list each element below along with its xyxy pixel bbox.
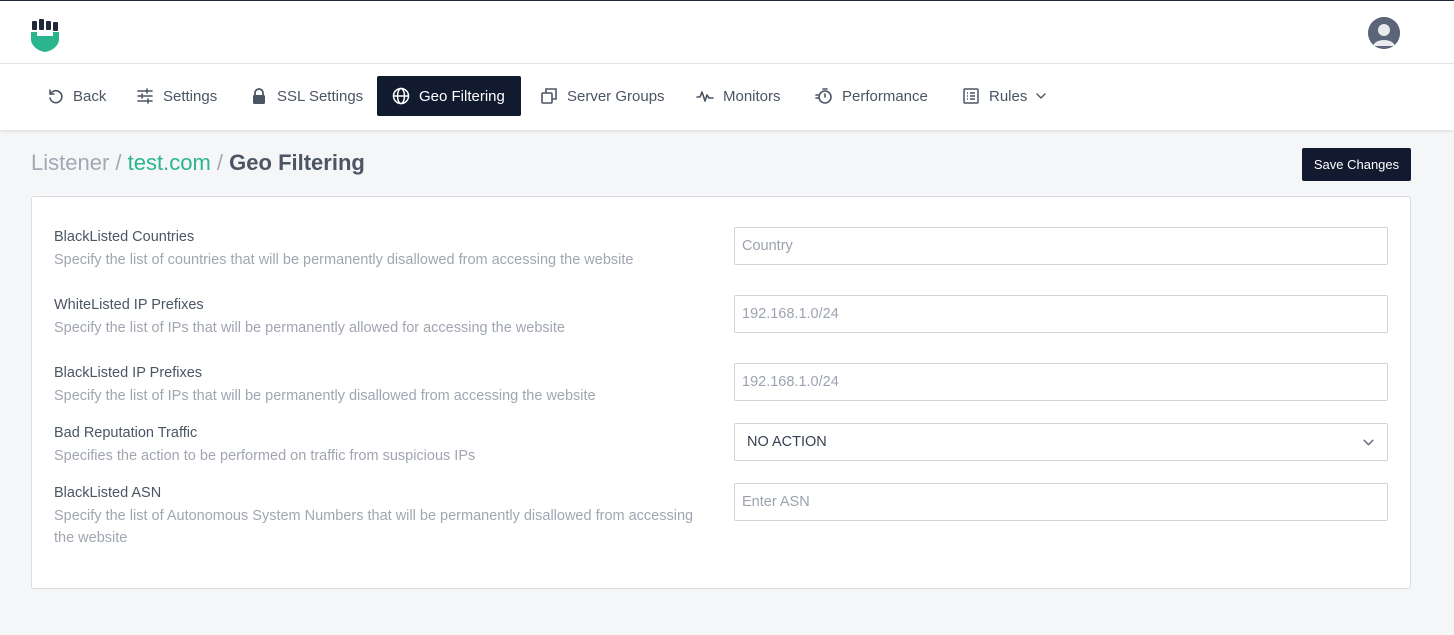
nav-performance[interactable]: Performance (800, 76, 943, 116)
whitelisted-ip-prefixes-description: Specify the list of IPs that will be per… (54, 320, 565, 336)
nav-geo-filtering-label: Geo Filtering (419, 87, 505, 105)
bad-reputation-traffic-description: Specifies the action to be performed on … (54, 448, 476, 464)
brand-logo-icon[interactable] (30, 19, 60, 53)
whitelisted-ip-prefixes-label: WhiteListed IP Prefixes (54, 297, 204, 313)
blacklisted-ip-prefixes-description: Specify the list of IPs that will be per… (54, 388, 596, 404)
breadcrumb-separator: / (115, 150, 122, 175)
nav-server-groups[interactable]: Server Groups (525, 76, 680, 116)
nav-settings[interactable]: Settings (121, 76, 232, 116)
bad-reputation-traffic-select[interactable]: NO ACTION (734, 423, 1388, 461)
nav-back-label: Back (73, 87, 107, 105)
nav-ssl-settings[interactable]: SSL Settings (235, 76, 378, 116)
blacklisted-ip-prefixes-label: BlackListed IP Prefixes (54, 365, 203, 381)
nav-rules-label: Rules (989, 87, 1028, 105)
nav-server-groups-label: Server Groups (567, 87, 665, 105)
chevron-down-icon (1363, 439, 1374, 445)
bad-reputation-traffic-label: Bad Reputation Traffic (54, 425, 198, 441)
breadcrumb: Listener / test.com / Geo Filtering (31, 150, 365, 176)
nav-monitors[interactable]: Monitors (681, 76, 796, 116)
whitelisted-ip-prefixes-placeholder: 192.168.1.0/24 (742, 306, 839, 322)
breadcrumb-separator: / (216, 150, 224, 175)
blacklisted-asn-label: BlackListed ASN (54, 485, 162, 501)
lock-icon (253, 88, 265, 104)
breadcrumb-listener[interactable]: Listener (31, 150, 109, 175)
nav-rules[interactable]: Rules (947, 76, 1062, 116)
globe-icon (392, 87, 410, 105)
blacklisted-asn-input[interactable]: Enter ASN (734, 483, 1388, 521)
save-changes-button[interactable]: Save Changes (1302, 148, 1411, 181)
blacklisted-countries-label: BlackListed Countries (54, 229, 195, 245)
whitelisted-ip-prefixes-input[interactable]: 192.168.1.0/24 (734, 295, 1388, 333)
blacklisted-asn-placeholder: Enter ASN (742, 494, 810, 510)
undo-icon (49, 89, 63, 104)
nav-monitors-label: Monitors (723, 87, 781, 105)
stopwatch-icon (815, 88, 832, 104)
top-bar (0, 0, 1454, 64)
copy-icon (541, 88, 557, 104)
breadcrumb-site[interactable]: test.com (128, 150, 211, 175)
blacklisted-countries-input[interactable]: Country (734, 227, 1388, 265)
geo-filtering-form: BlackListed Countries Specify the list o… (31, 196, 1411, 589)
blacklisted-asn-description: Specify the list of Autonomous System Nu… (54, 508, 694, 546)
listener-nav: Back Settings SSL Settings Geo Filtering… (0, 64, 1454, 130)
blacklisted-ip-prefixes-placeholder: 192.168.1.0/24 (742, 374, 839, 390)
pulse-icon (696, 91, 714, 102)
blacklisted-countries-placeholder: Country (742, 238, 793, 254)
nav-ssl-settings-label: SSL Settings (277, 87, 364, 105)
blacklisted-ip-prefixes-input[interactable]: 192.168.1.0/24 (734, 363, 1388, 401)
list-icon (963, 88, 979, 104)
nav-performance-label: Performance (842, 87, 928, 105)
bad-reputation-traffic-value: NO ACTION (747, 434, 827, 450)
nav-back[interactable]: Back (31, 76, 121, 116)
user-icon (1368, 17, 1400, 49)
nav-settings-label: Settings (163, 87, 218, 105)
user-avatar[interactable] (1368, 17, 1400, 49)
blacklisted-countries-description: Specify the list of countries that will … (54, 252, 634, 268)
chevron-down-icon (1036, 93, 1047, 99)
page-title: Geo Filtering (229, 150, 365, 175)
sliders-icon (137, 88, 153, 104)
nav-geo-filtering[interactable]: Geo Filtering (377, 76, 521, 116)
